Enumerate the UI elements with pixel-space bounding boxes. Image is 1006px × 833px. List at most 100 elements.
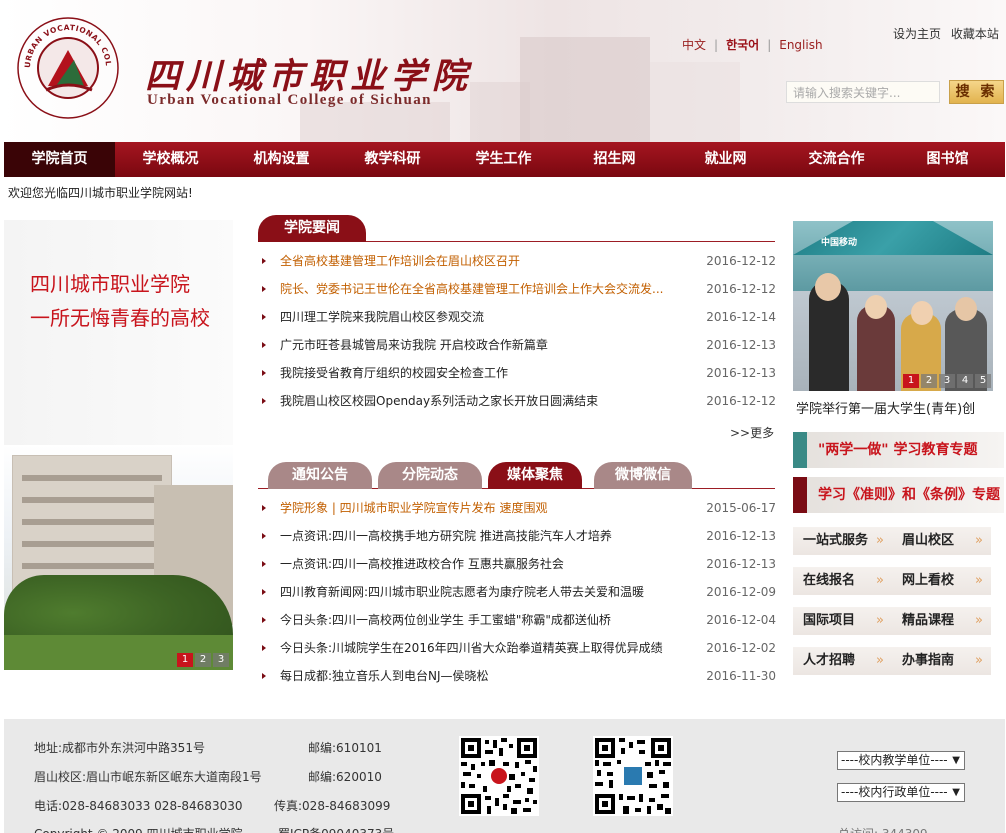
teaching-units-select[interactable]: ----校内教学单位---- ▼ <box>837 751 965 770</box>
lang-korean-link[interactable]: 한국어 <box>726 38 759 52</box>
nav-organization[interactable]: 机构设置 <box>226 142 337 177</box>
right-slide-5[interactable]: 5 <box>975 374 991 388</box>
media-item[interactable]: 每日成都:独立音乐人到电台NJ—侯晓松 2016-11-30 <box>262 662 776 690</box>
tab-notices[interactable]: 通知公告 <box>268 462 372 489</box>
qr-code-icon <box>593 736 673 816</box>
visit-counter: 总访问: 344309 <box>838 825 928 833</box>
news-title[interactable]: 广元市旺苍县城管局来访我院 开启校政合作新篇章 <box>280 331 680 359</box>
news-item[interactable]: 我院眉山校区校园Openday系列活动之家长开放日圆满结束 2016-12-12 <box>262 387 776 415</box>
media-date: 2016-12-13 <box>706 557 776 571</box>
slogan-line-2: 一所无悔青春的高校 <box>30 306 210 330</box>
two-studies-banner[interactable]: "两学一做" 学习教育专题 <box>793 432 1004 468</box>
service-label: 一站式服务 <box>803 533 869 548</box>
service-label: 办事指南 <box>902 653 955 668</box>
college-logo[interactable]: URBAN VOCATIONAL COLLEGE OF SICHUAN <box>16 16 120 120</box>
regulations-banner[interactable]: 学习《准则》和《条例》专题 <box>793 477 1004 513</box>
right-slide-3[interactable]: 3 <box>939 374 955 388</box>
site-header: URBAN VOCATIONAL COLLEGE OF SICHUAN 四川城市… <box>0 0 1006 142</box>
media-item[interactable]: 今日头条:川城院学生在2016年四川省大众跆拳道精英赛上取得优异成绩 2016-1… <box>262 634 776 662</box>
media-title[interactable]: 今日头条:四川一高校两位创业学生 手工蜜蜡"称霸"成都送仙桥 <box>280 606 680 634</box>
set-homepage-link[interactable]: 设为主页 <box>893 27 941 41</box>
news-more-link[interactable]: >>更多 <box>730 424 774 441</box>
media-title[interactable]: 一点资讯:四川一高校推进政校合作 互惠共赢服务社会 <box>280 550 680 578</box>
media-item[interactable]: 四川教育新闻网:四川城市职业院志愿者为康疗院老人带去关爱和温暖 2016-12-0… <box>262 578 776 606</box>
top-links: 设为主页 收藏本站 <box>893 25 1005 42</box>
service-guide[interactable]: 办事指南 » <box>892 647 991 675</box>
right-slide-2[interactable]: 2 <box>921 374 937 388</box>
nav-home[interactable]: 学院首页 <box>4 142 115 177</box>
tab-media-focus[interactable]: 媒体聚焦 <box>488 462 582 489</box>
footer-icp[interactable]: 蜀ICP备09040373号 <box>278 825 394 833</box>
media-title[interactable]: 一点资讯:四川一高校携手地方研究院 推进高技能汽车人才培养 <box>280 522 680 550</box>
media-item[interactable]: 学院形象 | 四川城市职业学院宣传片发布 速度围观 2015-06-17 <box>262 494 776 522</box>
header-bg-building <box>650 62 740 142</box>
news-title[interactable]: 我院接受省教育厅组织的校园安全检查工作 <box>280 359 680 387</box>
select-value: ----校内行政单位---- <box>841 785 948 799</box>
photo-face <box>815 273 841 301</box>
nav-about[interactable]: 学校概况 <box>115 142 226 177</box>
news-title[interactable]: 全省高校基建管理工作培训会在眉山校区召开 <box>280 247 680 275</box>
news-list: 全省高校基建管理工作培训会在眉山校区召开 2016-12-12 院长、党委书记王世… <box>262 247 776 415</box>
photo-face <box>911 301 933 325</box>
tab-branch-news[interactable]: 分院动态 <box>378 462 482 489</box>
admin-units-select[interactable]: ----校内行政单位---- ▼ <box>837 783 965 802</box>
news-item[interactable]: 院长、党委书记王世伦在全省高校基建管理工作培训会上作大会交流发... 2016-1… <box>262 275 776 303</box>
chevron-right-icon: » <box>975 573 983 588</box>
left-slide-3[interactable]: 3 <box>213 653 229 667</box>
service-label: 眉山校区 <box>902 533 955 548</box>
photo-tent-sign: 中国移动 <box>821 238 858 248</box>
search-input[interactable]: 请输入搜索关键字... <box>786 81 940 103</box>
nav-employment[interactable]: 就业网 <box>670 142 781 177</box>
nav-student-affairs[interactable]: 学生工作 <box>448 142 559 177</box>
media-title[interactable]: 四川教育新闻网:四川城市职业院志愿者为康疗院老人带去关爱和温暖 <box>280 578 680 606</box>
media-item[interactable]: 一点资讯:四川一高校推进政校合作 互惠共赢服务社会 2016-12-13 <box>262 550 776 578</box>
search-button[interactable]: 搜 索 <box>949 80 1004 104</box>
media-date: 2016-12-04 <box>706 613 776 627</box>
news-item[interactable]: 广元市旺苍县城管局来访我院 开启校政合作新篇章 2016-12-13 <box>262 331 776 359</box>
promo-banner[interactable]: 四川城市职业学院 一所无悔青春的高校 <box>4 220 233 452</box>
chevron-right-icon: » <box>876 613 884 628</box>
media-item[interactable]: 今日头条:四川一高校两位创业学生 手工蜜蜡"称霸"成都送仙桥 2016-12-04 <box>262 606 776 634</box>
left-slide-1[interactable]: 1 <box>177 653 193 667</box>
news-item[interactable]: 我院接受省教育厅组织的校园安全检查工作 2016-12-13 <box>262 359 776 387</box>
footer-fax: 传真:028-84683099 <box>274 799 391 813</box>
chevron-right-icon: » <box>876 573 884 588</box>
service-virtual-tour[interactable]: 网上看校 » <box>892 567 991 595</box>
media-title[interactable]: 学院形象 | 四川城市职业学院宣传片发布 速度围观 <box>280 494 680 522</box>
news-item[interactable]: 四川理工学院来我院眉山校区参观交流 2016-12-14 <box>262 303 776 331</box>
nav-library[interactable]: 图书馆 <box>892 142 1003 177</box>
service-online-apply[interactable]: 在线报名 » <box>793 567 892 595</box>
left-slider-pager: 1 2 3 <box>177 653 229 667</box>
right-slide-4[interactable]: 4 <box>957 374 973 388</box>
news-title[interactable]: 院长、党委书记王世伦在全省高校基建管理工作培训会上作大会交流发... <box>280 275 680 303</box>
service-recruitment[interactable]: 人才招聘 » <box>793 647 892 675</box>
news-date: 2016-12-13 <box>706 366 776 380</box>
bookmark-link[interactable]: 收藏本站 <box>951 27 999 41</box>
media-title[interactable]: 今日头条:川城院学生在2016年四川省大众跆拳道精英赛上取得优异成绩 <box>280 634 680 662</box>
chevron-right-icon: » <box>975 533 983 548</box>
lang-english-link[interactable]: English <box>779 38 822 52</box>
tab-college-news[interactable]: 学院要闻 <box>258 215 366 242</box>
news-title[interactable]: 我院眉山校区校园Openday系列活动之家长开放日圆满结束 <box>280 387 680 415</box>
nav-admissions[interactable]: 招生网 <box>559 142 670 177</box>
media-item[interactable]: 一点资讯:四川一高校携手地方研究院 推进高技能汽车人才培养 2016-12-13 <box>262 522 776 550</box>
service-quality-courses[interactable]: 精品课程 » <box>892 607 991 635</box>
tab-weibo-wechat[interactable]: 微博微信 <box>594 462 692 489</box>
footer-postcode: 邮编:620010 <box>308 770 382 784</box>
media-title[interactable]: 每日成都:独立音乐人到电台NJ—侯晓松 <box>280 662 680 690</box>
left-slide-2[interactable]: 2 <box>195 653 211 667</box>
nav-exchange[interactable]: 交流合作 <box>781 142 892 177</box>
service-label: 在线报名 <box>803 573 856 588</box>
campus-photo-slider[interactable]: 1 2 3 <box>4 445 233 670</box>
service-meishan-campus[interactable]: 眉山校区 » <box>892 527 991 555</box>
event-photo-caption[interactable]: 学院举行第一届大学生(青年)创 <box>796 398 996 417</box>
right-slide-1[interactable]: 1 <box>903 374 919 388</box>
news-item[interactable]: 全省高校基建管理工作培训会在眉山校区召开 2016-12-12 <box>262 247 776 275</box>
lang-chinese-link[interactable]: 中文 <box>682 38 706 52</box>
event-photo-slider[interactable]: 中国移动 1 2 3 4 5 <box>793 221 993 391</box>
nav-teaching-research[interactable]: 教学科研 <box>337 142 448 177</box>
photo-face <box>955 297 977 321</box>
service-international[interactable]: 国际项目 » <box>793 607 892 635</box>
news-title[interactable]: 四川理工学院来我院眉山校区参观交流 <box>280 303 680 331</box>
service-one-stop[interactable]: 一站式服务 » <box>793 527 892 555</box>
